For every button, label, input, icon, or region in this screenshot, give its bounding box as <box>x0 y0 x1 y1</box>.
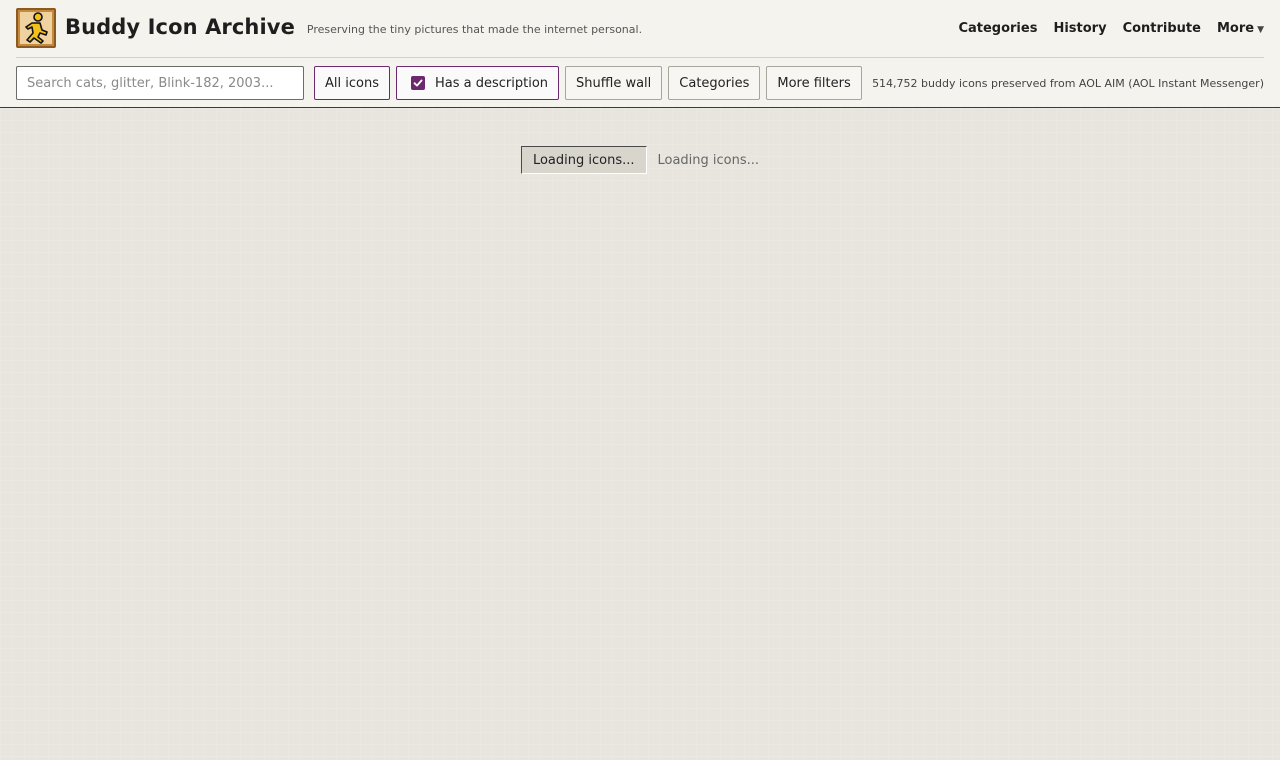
checkbox-checked-icon[interactable] <box>410 76 425 90</box>
nav-more-menu[interactable]: More ▼ <box>1217 21 1264 36</box>
has-description-label: Has a description <box>434 75 549 91</box>
search-input[interactable] <box>16 66 304 100</box>
nav-history-link[interactable]: History <box>1053 21 1106 36</box>
nav-more-label: More <box>1216 21 1255 36</box>
main-nav: Categories History Contribute More ▼ <box>958 21 1264 36</box>
nav-contribute-link[interactable]: Contribute <box>1123 21 1201 36</box>
loading-row: Loading icons... Loading icons... <box>0 146 1280 174</box>
archive-stats: 514,752 buddy icons preserved from AOL A… <box>872 76 1264 90</box>
loading-status-text: Loading icons... <box>657 152 760 168</box>
top-header: Buddy Icon Archive Preserving the tiny p… <box>0 0 1280 108</box>
site-tagline: Preserving the tiny pictures that made t… <box>306 23 643 36</box>
has-description-toggle[interactable]: Has a description <box>395 66 560 100</box>
brand-row: Buddy Icon Archive Preserving the tiny p… <box>16 8 1264 58</box>
site-title[interactable]: Buddy Icon Archive <box>65 15 295 39</box>
all-icons-button[interactable]: All icons <box>314 66 390 100</box>
shuffle-wall-button[interactable]: Shuffle wall <box>565 66 663 100</box>
more-filters-button[interactable]: More filters <box>766 66 862 100</box>
aim-running-man-icon[interactable] <box>16 8 56 48</box>
loading-icons-button[interactable]: Loading icons... <box>520 146 647 174</box>
filter-toolbar: All icons Has a description Shuffle wall… <box>16 66 1264 100</box>
caret-down-icon: ▼ <box>1257 25 1264 35</box>
nav-categories-link[interactable]: Categories <box>958 21 1037 36</box>
categories-button[interactable]: Categories <box>668 66 761 100</box>
